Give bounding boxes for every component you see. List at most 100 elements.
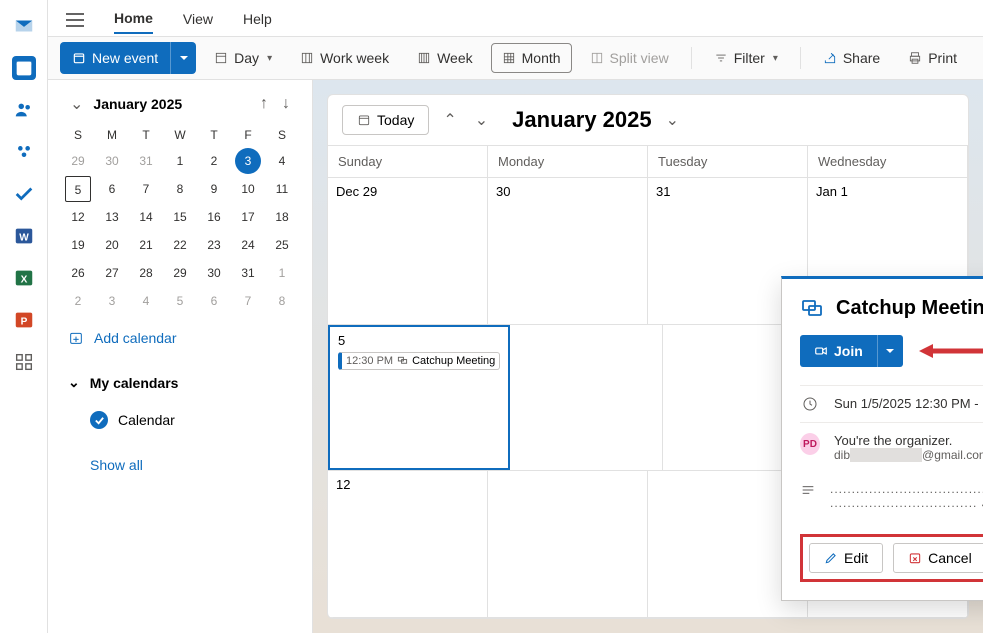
mini-cal-title: January 2025	[93, 96, 250, 112]
mini-cal-day[interactable]: 8	[269, 288, 295, 314]
svg-text:P: P	[20, 317, 27, 328]
mini-cal-day[interactable]: 8	[167, 176, 193, 202]
mini-cal-day[interactable]: 20	[99, 232, 125, 258]
mini-cal-day[interactable]: 28	[133, 260, 159, 286]
mini-cal-day[interactable]: 2	[201, 148, 227, 174]
mini-cal-day[interactable]: 3	[99, 288, 125, 314]
mini-cal-day[interactable]: 17	[235, 204, 261, 230]
checkmark-icon	[90, 411, 108, 429]
mini-cal-day[interactable]: 30	[201, 260, 227, 286]
calendar-item[interactable]: Calendar	[56, 403, 304, 437]
calendar-cell[interactable]: Dec 29	[328, 178, 488, 324]
mini-cal-day[interactable]: 1	[167, 148, 193, 174]
mini-cal-day[interactable]: 30	[99, 148, 125, 174]
day-button[interactable]: Day▾	[204, 43, 282, 73]
mini-cal-day[interactable]: 12	[65, 204, 91, 230]
excel-icon[interactable]: X	[12, 266, 36, 290]
event-title: Catchup Meeting	[836, 297, 983, 320]
edit-button[interactable]: Edit	[809, 543, 883, 573]
mini-cal-day[interactable]: 18	[269, 204, 295, 230]
calendar-cancel-icon	[908, 551, 922, 565]
todo-icon[interactable]	[12, 182, 36, 206]
mini-cal-day[interactable]: 27	[99, 260, 125, 286]
mini-cal-day[interactable]: 9	[201, 176, 227, 202]
calendar-cell[interactable]: 12	[328, 471, 488, 617]
calendar-icon[interactable]	[12, 56, 36, 80]
join-dropdown[interactable]	[877, 335, 903, 367]
event-chip[interactable]: 12:30 PMCatchup Meeting	[338, 352, 500, 370]
mini-cal-day[interactable]: 23	[201, 232, 227, 258]
powerpoint-icon[interactable]: P	[12, 308, 36, 332]
mini-cal-day[interactable]: 5	[65, 176, 91, 202]
mini-cal-day[interactable]: 5	[167, 288, 193, 314]
mini-cal-day[interactable]: 6	[99, 176, 125, 202]
cancel-button[interactable]: Cancel	[893, 543, 983, 573]
mini-cal-day[interactable]: 25	[269, 232, 295, 258]
chevron-down-icon[interactable]: ⌄	[662, 108, 683, 132]
mini-cal-day[interactable]: 31	[133, 148, 159, 174]
people-icon[interactable]	[12, 98, 36, 122]
next-period-icon[interactable]: ⌄	[471, 108, 492, 132]
mini-cal-day[interactable]: 19	[65, 232, 91, 258]
mini-cal-day[interactable]: 7	[235, 288, 261, 314]
mini-cal-day[interactable]: 1	[269, 260, 295, 286]
mini-cal-day[interactable]: 11	[269, 176, 295, 202]
chevron-down-icon[interactable]: ⌄	[66, 92, 87, 116]
today-button[interactable]: Today	[342, 105, 429, 135]
calendar-cell[interactable]	[510, 325, 663, 471]
week-button[interactable]: Week	[407, 43, 483, 73]
mini-cal-day[interactable]: 15	[167, 204, 193, 230]
tab-view[interactable]: View	[183, 11, 213, 33]
mini-cal-day[interactable]: 29	[167, 260, 193, 286]
groups-icon[interactable]	[12, 140, 36, 164]
print-button[interactable]: Print	[898, 43, 967, 73]
mini-cal-dow: W	[164, 124, 196, 146]
show-all-link[interactable]: Show all	[56, 437, 304, 481]
mini-cal-day[interactable]: 7	[133, 176, 159, 202]
mini-cal-day[interactable]: 14	[133, 204, 159, 230]
calendar-cell[interactable]: 30	[488, 178, 648, 324]
svg-text:W: W	[19, 233, 29, 244]
new-event-button[interactable]: New event	[60, 42, 170, 74]
hamburger-icon[interactable]	[66, 13, 84, 32]
mini-cal-day[interactable]: 13	[99, 204, 125, 230]
mini-cal-day[interactable]: 21	[133, 232, 159, 258]
my-calendars-section[interactable]: ⌄ My calendars	[56, 362, 304, 403]
prev-period-icon[interactable]: ⌃	[439, 108, 460, 132]
mini-cal-day[interactable]: 29	[65, 148, 91, 174]
prev-month-icon[interactable]: ↑	[256, 93, 272, 115]
mini-cal-day[interactable]: 24	[235, 232, 261, 258]
tab-help[interactable]: Help	[243, 11, 272, 33]
day-header: Sunday	[328, 146, 488, 177]
day-header: Tuesday	[648, 146, 808, 177]
calendar-cell[interactable]	[488, 471, 648, 617]
next-month-icon[interactable]: ↓	[278, 93, 294, 115]
mini-cal-day[interactable]: 26	[65, 260, 91, 286]
mini-cal-day[interactable]: 2	[65, 288, 91, 314]
mail-icon[interactable]	[12, 14, 36, 38]
mini-cal-day[interactable]: 3	[235, 148, 261, 174]
mini-cal-day[interactable]: 6	[201, 288, 227, 314]
attendee-status: dibxxxxxxxxxxxx@gmail.com didn't respond…	[834, 448, 983, 462]
work-week-button[interactable]: Work week	[290, 43, 399, 73]
tab-home[interactable]: Home	[114, 10, 153, 34]
mini-cal-day[interactable]: 10	[235, 176, 261, 202]
mini-cal-dow: S	[266, 124, 298, 146]
share-button[interactable]: Share	[813, 43, 890, 73]
mini-cal-day[interactable]: 16	[201, 204, 227, 230]
calendar-cell[interactable]: 512:30 PMCatchup Meeting	[328, 325, 510, 471]
mini-cal-day[interactable]: 31	[235, 260, 261, 286]
filter-button[interactable]: Filter▾	[704, 43, 788, 73]
avatar: PD	[800, 433, 820, 455]
mini-cal-day[interactable]: 22	[167, 232, 193, 258]
add-calendar-button[interactable]: Add calendar	[56, 314, 304, 362]
join-button[interactable]: Join	[800, 335, 877, 367]
word-icon[interactable]: W	[12, 224, 36, 248]
month-button[interactable]: Month	[491, 43, 572, 73]
svg-text:X: X	[20, 275, 27, 286]
mini-cal-day[interactable]: 4	[269, 148, 295, 174]
mini-cal-day[interactable]: 4	[133, 288, 159, 314]
split-view-button[interactable]: Split view	[580, 43, 679, 73]
more-apps-icon[interactable]	[12, 350, 36, 374]
new-event-dropdown[interactable]	[170, 42, 196, 74]
